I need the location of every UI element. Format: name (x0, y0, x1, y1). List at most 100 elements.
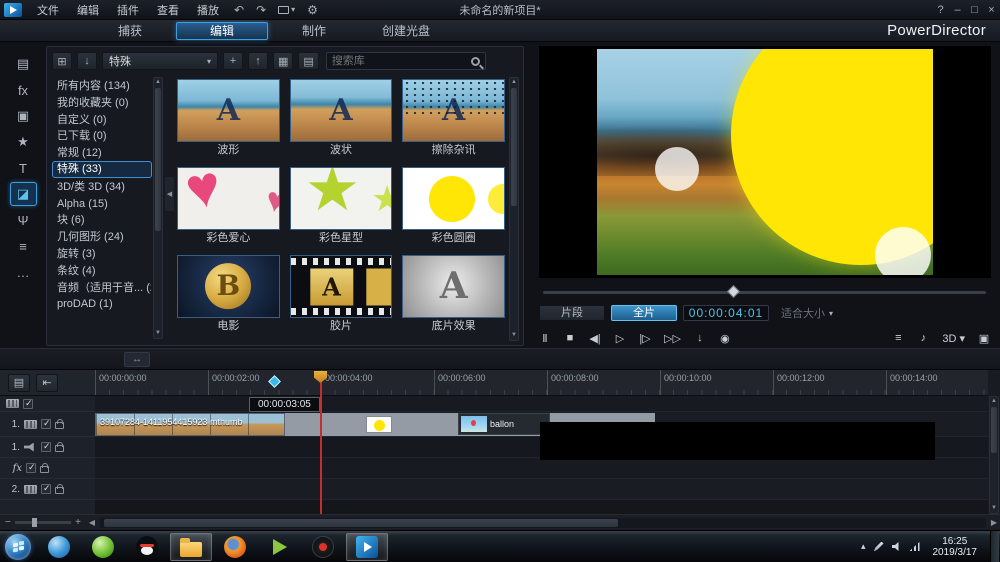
category-item[interactable]: 所有内容 (134) (52, 77, 152, 94)
room-chapter[interactable]: ≡ (10, 234, 37, 258)
transition-item[interactable]: 彩色圆圈 (402, 167, 505, 249)
timeline-tracks-area[interactable]: 39107284-1411954415923 mthumb ballon (95, 396, 988, 514)
track-lock-button[interactable] (55, 487, 64, 494)
track-lock-button[interactable] (40, 466, 49, 473)
next-frame-button[interactable]: |▷ (639, 332, 651, 345)
grid-view-button[interactable]: ▦ (273, 52, 293, 70)
seek-groove[interactable] (543, 291, 986, 294)
category-item[interactable]: 几何图形 (24) (52, 228, 152, 245)
zoom-in-button[interactable]: + (75, 517, 81, 528)
import-media-button[interactable]: ⊞ (52, 52, 72, 70)
seek-handle[interactable] (727, 285, 740, 298)
category-item[interactable]: 条纹 (4) (52, 262, 152, 279)
undo-button[interactable]: ↶ (228, 3, 250, 17)
lane-video-2[interactable] (95, 479, 988, 500)
tab-edit[interactable]: 编辑 (176, 22, 268, 40)
category-item[interactable]: 旋转 (3) (52, 245, 152, 262)
close-button[interactable]: × (983, 4, 1000, 16)
transition-item[interactable]: A 胶片 (290, 255, 393, 337)
track-lock-button[interactable] (55, 445, 64, 452)
category-item[interactable]: 3D/类 3D (34) (52, 178, 152, 195)
clip-mode-button[interactable]: 片段 (539, 305, 605, 321)
category-filter-dropdown[interactable]: 特殊 ▾ (102, 52, 218, 70)
scroll-down-icon[interactable]: ▼ (990, 504, 998, 513)
volume-button[interactable]: ♪ (917, 332, 929, 344)
tray-clock[interactable]: 16:25 2019/3/17 (928, 536, 983, 558)
menu-item[interactable]: 查看 (148, 2, 188, 18)
transition-item[interactable]: 彩色星型 (290, 167, 393, 249)
detach-window-button[interactable]: ▣ (978, 332, 990, 345)
scroll-right-icon[interactable]: ▶ (988, 518, 1000, 527)
category-item[interactable]: proDAD (1) (52, 295, 152, 312)
menu-item[interactable]: 文件 (28, 2, 68, 18)
new-folder-button[interactable]: + (223, 52, 243, 70)
category-item[interactable]: 音频（适用于音... (2) (52, 279, 152, 296)
timeline-ruler[interactable]: 00:00:00:0000:00:02:0000:00:04:0000:00:0… (95, 370, 988, 396)
category-item[interactable]: 已下载 (0) (52, 127, 152, 144)
fit-size-dropdown[interactable]: 适合大小 ▾ (781, 305, 833, 321)
room-transitions[interactable]: ◪ (10, 182, 37, 206)
room-audio-mixing[interactable]: Ψ (10, 208, 37, 232)
transition-item[interactable]: A 波形 (177, 79, 280, 161)
sort-button[interactable]: ↑ (248, 52, 268, 70)
search-icon[interactable] (471, 57, 480, 66)
menu-item[interactable]: 编辑 (68, 2, 108, 18)
pause-button[interactable]: Ⅱ (539, 332, 551, 345)
detail-view-button[interactable]: ▤ (298, 52, 318, 70)
taskbar-ie-browser[interactable] (38, 533, 80, 561)
room-particle[interactable]: ★ (10, 130, 37, 154)
taskbar-qq[interactable] (126, 533, 168, 561)
room-title[interactable]: T (10, 156, 37, 180)
category-item[interactable]: 常规 (12) (52, 144, 152, 161)
movie-mode-button[interactable]: 全片 (611, 305, 677, 321)
track-enable-checkbox[interactable] (23, 399, 33, 409)
fast-forward-button[interactable]: ▷▷ (664, 332, 681, 345)
scroll-down-icon[interactable]: ▼ (510, 331, 518, 340)
help-button[interactable]: ? (932, 4, 949, 16)
room-effects[interactable]: fx (10, 78, 37, 102)
search-input[interactable] (332, 55, 467, 67)
previous-frame-button[interactable]: ◀| (589, 332, 601, 345)
tab-capture[interactable]: 捕获 (84, 22, 176, 40)
download-content-button[interactable]: ↓ (77, 52, 97, 70)
settings-gear-icon[interactable]: ⚙ (301, 3, 324, 17)
taskbar-powerdirector[interactable] (346, 533, 388, 561)
track-enable-checkbox[interactable] (41, 419, 51, 429)
minimize-button[interactable]: – (949, 4, 966, 16)
playhead-line[interactable] (320, 383, 322, 514)
scrollbar-thumb[interactable] (511, 88, 517, 206)
category-item[interactable]: 块 (6) (52, 211, 152, 228)
hidden-icons-button[interactable]: ▴ (861, 541, 866, 552)
scrollbar-thumb[interactable] (991, 407, 997, 453)
network-tray-icon[interactable] (910, 542, 920, 551)
grid-scrollbar[interactable]: ▲ ▼ (509, 77, 519, 341)
track-lock-button[interactable] (55, 422, 64, 429)
timeline-vertical-scrollbar[interactable]: ▲ ▼ (989, 396, 999, 514)
volume-tray-icon[interactable] (892, 542, 902, 552)
select-range-button[interactable]: ⇤ (36, 374, 58, 392)
hscroll-track[interactable] (100, 518, 986, 528)
transition-item[interactable]: A 擦除杂讯 (402, 79, 505, 161)
category-item[interactable]: 我的收藏夹 (0) (52, 94, 152, 111)
transition-item[interactable]: A 底片效果 (402, 255, 505, 337)
panel-splitter[interactable]: ↔ (0, 348, 1000, 370)
scroll-up-icon[interactable]: ▲ (510, 78, 518, 87)
video-clip-2[interactable]: ballon (458, 413, 550, 435)
stop-button[interactable]: ■ (564, 332, 576, 344)
timecode-display[interactable]: 00:00:04:01 (683, 305, 769, 321)
category-scrollbar[interactable]: ▲ ▼ (153, 77, 163, 339)
taskbar-360-browser[interactable] (82, 533, 124, 561)
seek-bar[interactable] (543, 286, 986, 298)
room-pip-objects[interactable]: ▣ (10, 104, 37, 128)
capture-frame-button[interactable]: ↓ (694, 332, 706, 344)
splitter-grip-icon[interactable]: ↔ (124, 352, 150, 367)
transition-clip-thumbnail[interactable] (366, 416, 392, 433)
scroll-down-icon[interactable]: ▼ (154, 329, 162, 338)
preview-quality-button[interactable]: ≡ (892, 332, 904, 344)
scroll-left-icon[interactable]: ◀ (86, 518, 98, 527)
menu-item[interactable]: 插件 (108, 2, 148, 18)
track-enable-checkbox[interactable] (41, 442, 51, 452)
tab-produce[interactable]: 制作 (268, 22, 360, 40)
category-item[interactable]: Alpha (15) (52, 195, 152, 212)
collapse-categories-button[interactable]: ◀ (165, 177, 174, 211)
